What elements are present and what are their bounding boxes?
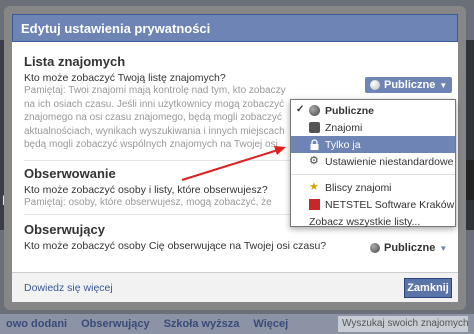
privacy-settings-dialog: Edytuj ustawienia prywatności Lista znaj… xyxy=(4,6,466,310)
friends-list-audience-button[interactable]: Publiczne ▼ xyxy=(365,77,453,93)
menu-item-only-me[interactable]: Tylko ja xyxy=(291,136,455,153)
menu-item-label: Bliscy znajomi xyxy=(325,181,392,194)
nav-item-college[interactable]: Szkoła wyższa xyxy=(164,318,240,330)
checkmark-icon: ✓ xyxy=(296,104,305,115)
menu-separator xyxy=(291,174,455,175)
menu-item-netstel-list[interactable]: NETSTEL Software Kraków xyxy=(291,196,455,213)
friends-icon xyxy=(309,122,320,133)
menu-item-see-all-lists[interactable]: Zobacz wszystkie listy... xyxy=(291,213,455,230)
followers-audience-label: Publiczne xyxy=(384,242,436,254)
menu-item-friends[interactable]: Znajomi xyxy=(291,119,455,136)
annotation-arrow-icon xyxy=(181,146,286,181)
audience-dropdown-menu: ✓ Publiczne Znajomi Tylko ja ⚙ Ustawieni… xyxy=(290,99,456,230)
nav-item-more[interactable]: Więcej xyxy=(253,318,288,330)
friend-search-input[interactable]: Wyszukaj swoich znajomych xyxy=(338,316,468,332)
menu-item-public[interactable]: ✓ Publiczne xyxy=(291,102,455,119)
lock-icon xyxy=(309,139,320,150)
menu-item-label: Zobacz wszystkie listy... xyxy=(309,215,421,228)
menu-item-label: NETSTEL Software Kraków xyxy=(325,198,455,211)
globe-icon xyxy=(309,105,320,116)
menu-item-label: Ustawienie niestandardowe xyxy=(325,155,454,168)
nav-item-recently-added[interactable]: owo dodani xyxy=(6,318,67,330)
menu-item-close-friends[interactable]: ★ Bliscy znajomi xyxy=(291,179,455,196)
company-icon xyxy=(309,199,320,210)
menu-item-label: Znajomi xyxy=(325,121,363,134)
dialog-title: Edytuj ustawienia prywatności xyxy=(12,14,458,42)
followers-audience-button[interactable]: Publiczne ▼ xyxy=(365,240,452,256)
globe-icon xyxy=(370,243,380,253)
star-icon: ★ xyxy=(309,181,319,193)
menu-item-custom[interactable]: ⚙ Ustawienie niestandardowe xyxy=(291,153,455,170)
friends-list-title: Lista znajomych xyxy=(24,54,126,69)
gear-icon: ⚙ xyxy=(309,155,319,167)
chevron-down-icon: ▼ xyxy=(439,80,448,90)
learn-more-link[interactable]: Dowiedz się więcej xyxy=(24,282,113,294)
menu-item-label: Tylko ja xyxy=(325,138,361,151)
chevron-down-icon: ▼ xyxy=(439,243,448,253)
menu-item-label: Publiczne xyxy=(325,104,375,117)
friends-list-audience-label: Publiczne xyxy=(384,79,436,91)
dialog-footer: Dowiedz się więcej Zamknij xyxy=(12,272,458,302)
nav-item-followers[interactable]: Obserwujący xyxy=(81,318,149,330)
close-button[interactable]: Zamknij xyxy=(404,278,452,298)
globe-icon xyxy=(370,80,380,90)
